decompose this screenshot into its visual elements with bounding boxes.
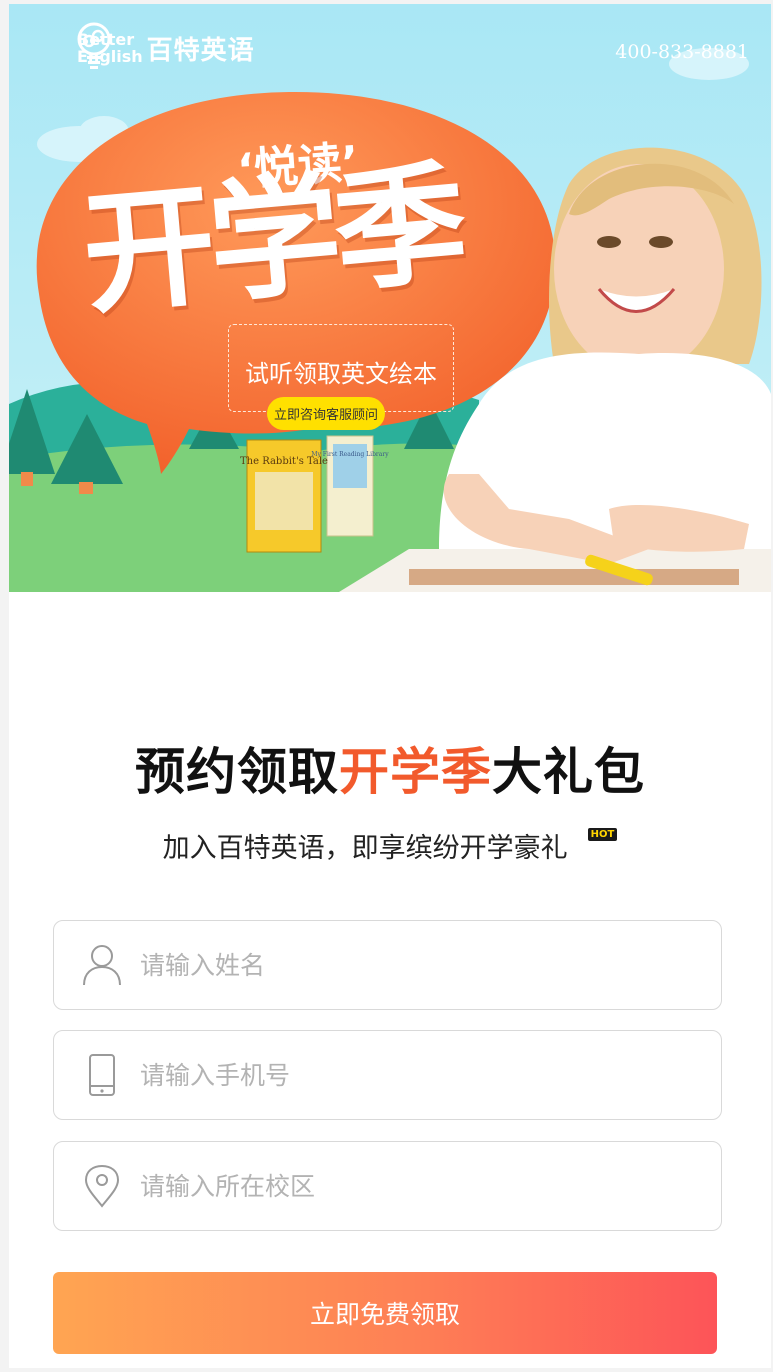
name-field[interactable]: [53, 920, 722, 1010]
landing-page: The Rabbit's Tale My First Reading Libra…: [9, 4, 771, 1368]
phone-input[interactable]: [138, 1059, 662, 1091]
phone-icon: [89, 1054, 115, 1096]
promo-subtitle: 加入百特英语，即享缤纷开学豪礼 HOT: [9, 826, 771, 865]
logo-chinese-text: 百特英语: [146, 35, 255, 66]
phone-field[interactable]: [53, 1030, 722, 1120]
headline-accent: 开学季: [339, 743, 492, 801]
name-input[interactable]: [138, 949, 662, 981]
subtitle-text: 加入百特英语，即享缤纷开学豪礼: [162, 833, 568, 864]
lightbulb-logo-icon: [77, 22, 111, 69]
user-icon: [83, 945, 121, 986]
campus-input[interactable]: [138, 1170, 662, 1202]
book-title-reading-library: My First Reading Library: [311, 451, 389, 458]
headline-part-2: 大礼包: [492, 743, 645, 801]
hero-banner: The Rabbit's Tale My First Reading Libra…: [9, 4, 771, 592]
hot-badge: HOT: [587, 828, 618, 841]
submit-button[interactable]: 立即免费领取: [53, 1272, 717, 1354]
campus-field[interactable]: [53, 1141, 722, 1231]
location-pin-icon: [84, 1164, 120, 1208]
promo-headline: 预约领取开学季大礼包: [9, 732, 771, 804]
headline-part-1: 预约领取: [135, 743, 339, 801]
hotline-phone[interactable]: 400-833-8881: [615, 41, 749, 63]
consult-button[interactable]: 立即咨询客服顾问: [267, 397, 385, 430]
banner-title: 开学季: [77, 146, 467, 334]
trial-offer-text: 试听领取英文绘本: [245, 360, 437, 388]
brand-logo[interactable]: Better English 百特英语: [77, 22, 255, 74]
